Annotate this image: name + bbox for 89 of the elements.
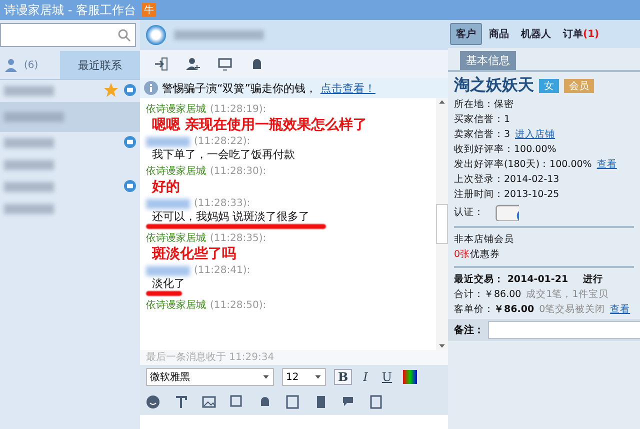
blurred-contact-name: [4, 138, 54, 148]
blurred-contact-name: [4, 112, 64, 122]
sender-name: 依诗谩家居城: [146, 102, 206, 116]
text-format-icon: [174, 395, 188, 409]
message-time: (11:28:22):: [194, 136, 250, 147]
monitor-icon: [218, 57, 232, 71]
search-icon: [117, 28, 131, 42]
caret-icon: [314, 373, 322, 381]
info-text: 注册时间：2013-10-25: [454, 188, 560, 201]
size-select[interactable]: 12: [282, 368, 326, 386]
message-icon: [124, 84, 136, 96]
message-text: 斑淡化些了吗: [150, 245, 237, 263]
person-icon: [4, 58, 18, 72]
blurred-sender-name: [146, 198, 190, 208]
message-text: 淡化了: [151, 276, 186, 291]
chat-forward-icon: [342, 395, 356, 409]
message-text: 我下单了，一会吃了饭再付款: [151, 147, 296, 162]
panel-tab[interactable]: 订单(1): [558, 24, 604, 44]
blurred-sender-name: [146, 266, 190, 276]
membership-text: 非本店铺会员: [454, 233, 515, 246]
contact-count: (6): [24, 60, 38, 70]
message-time: (11:28:35):: [210, 232, 266, 244]
blurred-contact-name: [4, 86, 54, 96]
blurred-contact-name: [4, 182, 54, 192]
sender-name: 依诗谩家居城: [146, 298, 206, 312]
last-received-text: 最后一条消息收于 11:29:34: [140, 350, 448, 365]
info-text: 卖家信誉：3: [454, 128, 510, 141]
search-field[interactable]: [0, 23, 136, 47]
blurred-sender-name: [146, 136, 190, 146]
sender-name: 依诗谩家居城: [146, 164, 206, 178]
message-time: (11:28:30):: [210, 166, 266, 176]
info-text: 所在地：保密: [454, 98, 514, 111]
unit-price-text: 客单价：￥86.00: [454, 303, 534, 316]
recent-contacts-tab[interactable]: 最近联系: [60, 51, 140, 79]
message-time: (11:28:41):: [194, 265, 250, 276]
underline-button[interactable]: U: [378, 370, 396, 384]
note-field[interactable]: [488, 321, 640, 339]
message-time: (11:28:33):: [194, 198, 250, 209]
customer-name: 淘之妖妖天: [454, 75, 534, 96]
alert-icon: [250, 57, 264, 71]
info-text: 上次登录：2014-02-13: [454, 173, 560, 186]
notice-link[interactable]: 点击查看！: [320, 80, 376, 96]
info-text: 收到好评率：100.00%: [454, 143, 556, 156]
gender-tag: 女: [539, 78, 559, 92]
panel-tab[interactable]: 机器人: [516, 24, 556, 44]
caret-icon: [262, 373, 270, 381]
transfer-icon: [154, 57, 168, 71]
star-icon: [104, 82, 118, 96]
message-time: (11:28:19):: [210, 104, 266, 114]
message-icon: [124, 180, 136, 192]
blurred-contact-name: [4, 204, 54, 214]
bold-button[interactable]: B: [334, 369, 352, 385]
message-text: 还可以，我妈妈 说斑淡了很多了: [151, 209, 310, 224]
sender-name: 依诗谩家居城: [146, 232, 206, 245]
panel-tab[interactable]: 客户: [450, 23, 482, 45]
italic-button[interactable]: I: [360, 370, 371, 384]
color-palette-icon: [403, 370, 418, 384]
recent-trade-text: 最近交易： 2014-01-21: [454, 273, 568, 286]
note-label: 备注：: [454, 323, 484, 337]
add-person-icon: [186, 57, 200, 71]
view-link[interactable]: 查看: [610, 303, 630, 316]
trade-status: 进行: [583, 273, 604, 286]
message-time: (11:28:50):: [210, 300, 266, 310]
blurred-contact-name: [4, 160, 54, 170]
panel-tab[interactable]: 商品: [484, 24, 514, 44]
avatar-circle: [146, 25, 166, 45]
smiley-icon: [146, 395, 160, 409]
scrollbar-thumb[interactable]: [436, 204, 448, 244]
closed-trades-text: 0笔交易被关闭: [539, 303, 606, 316]
info-link[interactable]: 查看: [596, 158, 617, 171]
font-select[interactable]: 微软雅黑: [146, 368, 274, 386]
message-text: 嗯嗯 亲现在使用一瓶效果怎么样了: [151, 116, 368, 134]
coupon-text: 0张优惠券: [454, 248, 502, 261]
info-text: 发出好评率(180天)：100.00%: [454, 158, 592, 171]
message-text: 好的: [150, 178, 181, 196]
bell-icon: [258, 395, 272, 409]
app-badge: 牛: [142, 3, 156, 17]
info-link[interactable]: 进入店铺: [515, 128, 556, 141]
member-tag: 会员: [564, 78, 594, 92]
cert-label: 认证：: [454, 206, 484, 218]
window-title: 诗谩家居城 - 客服工作台: [4, 2, 136, 18]
info-icon: [144, 81, 158, 95]
info-text: 买家信誉：1: [454, 113, 510, 126]
total-text: 合计：￥86.00: [454, 288, 522, 301]
message-icon: [124, 136, 136, 148]
notice-text: 警惕骗子演“双簧”骗走你的钱，: [162, 80, 316, 96]
image-icon: [202, 395, 216, 409]
contact-item[interactable]: [0, 102, 140, 132]
total-note: 成交1笔，1件宝贝: [526, 288, 608, 301]
